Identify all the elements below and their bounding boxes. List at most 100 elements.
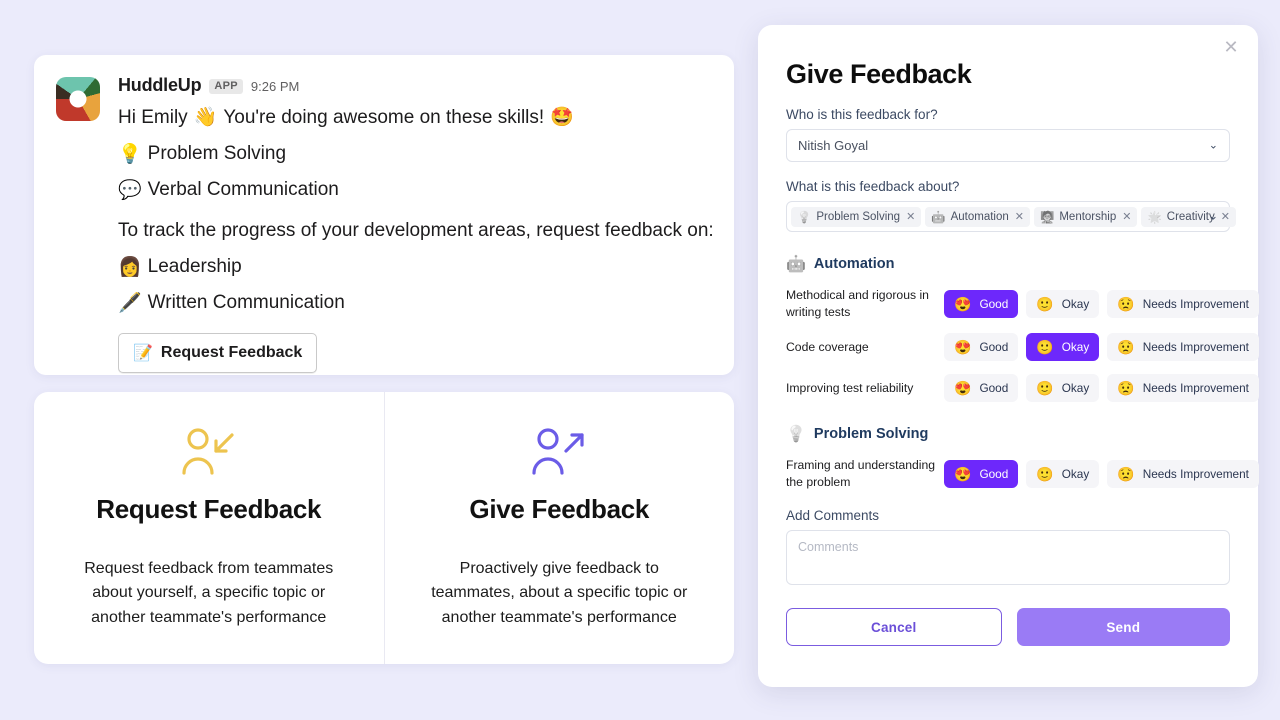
- rating-question-label: Framing and understanding the problem: [786, 458, 936, 489]
- rating-option-good[interactable]: 😍 Good: [944, 459, 1019, 488]
- rating-option-label: Needs Improvement: [1142, 340, 1249, 355]
- message-timestamp: 9:26 PM: [250, 79, 300, 94]
- rating-emoji-icon: 😟: [1117, 380, 1135, 397]
- rating-emoji-icon: 😍: [954, 339, 972, 356]
- woman-icon: 👩: [118, 256, 142, 278]
- huddleup-logo-avatar: [56, 77, 100, 121]
- rating-emoji-icon: 😟: [1117, 339, 1135, 356]
- topics-label: What is this feedback about?: [786, 179, 960, 194]
- rating-row: Improving test reliability 😍 Good 🙂 Okay 😟 Nee…: [786, 374, 1259, 403]
- remove-chip-icon[interactable]: ✕: [1122, 210, 1131, 223]
- section-icon: 🤖: [786, 256, 806, 273]
- rating-option-label: Needs Improvement: [1142, 296, 1249, 311]
- section-icon: 💡: [786, 426, 806, 444]
- skill-item: 💬 Verbal Communication: [118, 177, 714, 204]
- feedback-options-card: Request Feedback Request feedback from t…: [34, 392, 734, 664]
- slack-message-card: HuddleUp APP 9:26 PM Hi Emily 👋 You're d…: [34, 55, 734, 375]
- close-icon[interactable]: ✕: [1218, 34, 1244, 60]
- app-badge: APP: [209, 79, 243, 94]
- rating-option-good[interactable]: 😍 Good: [944, 374, 1019, 403]
- comments-input[interactable]: Comments: [786, 530, 1230, 586]
- rating-row: Code coverage 😍 Good 🙂 Okay 😟 Needs Improvemen…: [786, 333, 1259, 362]
- topic-chip-icon: 🤖: [931, 211, 946, 224]
- topic-chip[interactable]: 🧑‍🏫 Mentorship ✕: [1034, 206, 1138, 227]
- topic-chip-icon: 🌟: [1147, 211, 1162, 224]
- give-feedback-option[interactable]: Give Feedback Proactively give feedback …: [383, 392, 735, 664]
- rating-option-label: Okay: [1061, 296, 1090, 311]
- option-card-title: Request Feedback: [96, 494, 322, 524]
- greeting-suffix: You're doing awesome on these skills!: [223, 107, 545, 128]
- request-feedback-option[interactable]: Request Feedback Request feedback from t…: [34, 392, 384, 664]
- memo-icon: 📝: [133, 344, 153, 362]
- recipient-value: Nitish Goyal: [798, 138, 869, 153]
- rating-option-good[interactable]: 😍 Good: [944, 333, 1019, 362]
- rating-emoji-icon: 🙂: [1036, 295, 1054, 312]
- rating-option-label: Good: [979, 466, 1009, 481]
- rating-option-label: Good: [979, 381, 1009, 396]
- greeting-prefix: Hi Emily: [118, 107, 188, 128]
- rating-question-label: Methodical and rigorous in writing tests: [786, 288, 929, 319]
- rating-option-label: Okay: [1061, 466, 1090, 481]
- person-arrow-out-icon: [528, 422, 590, 480]
- remove-chip-icon[interactable]: ✕: [906, 210, 915, 223]
- request-feedback-button-label: Request Feedback: [160, 343, 303, 361]
- message-header: HuddleUp APP 9:26 PM: [118, 75, 714, 96]
- rating-option-good[interactable]: 😍 Good: [944, 289, 1019, 318]
- skill-label: Problem Solving: [147, 142, 287, 164]
- skill-label: Verbal Communication: [147, 178, 339, 200]
- rating-option-needs-improvement[interactable]: 😟 Needs Improvement: [1107, 374, 1259, 403]
- recipient-label: Who is this feedback for?: [786, 107, 938, 122]
- modal-actions: Cancel Send: [786, 608, 1230, 647]
- rating-emoji-icon: 🙂: [1036, 339, 1054, 356]
- topic-chip-label: Automation: [950, 210, 1009, 223]
- rating-emoji-icon: 😟: [1117, 465, 1135, 482]
- rating-option-okay[interactable]: 🙂 Okay: [1026, 289, 1100, 318]
- request-feedback-button[interactable]: 📝 Request Feedback: [118, 332, 318, 373]
- skill-item: 💡 Problem Solving: [118, 141, 714, 168]
- feedback-section-header: 💡 Problem Solving: [786, 424, 1230, 444]
- option-card-title: Give Feedback: [469, 494, 650, 524]
- rating-option-label: Needs Improvement: [1142, 381, 1249, 396]
- rating-row: Methodical and rigorous in writing tests…: [786, 287, 1259, 320]
- option-card-description: Request feedback from teammates about yo…: [84, 560, 334, 626]
- remove-chip-icon[interactable]: ✕: [1221, 210, 1230, 223]
- give-feedback-modal: ✕ Give Feedback Who is this feedback for…: [758, 25, 1259, 687]
- development-area-label: Leadership: [147, 255, 242, 277]
- rating-question-label: Improving test reliability: [786, 380, 914, 395]
- topic-chip-icon: 💡: [797, 211, 812, 224]
- track-progress-text: To track the progress of your developmen…: [118, 219, 714, 241]
- rating-options: 😍 Good 🙂 Okay 😟 Needs Improvement: [944, 333, 1259, 362]
- remove-chip-icon[interactable]: ✕: [1015, 210, 1024, 223]
- rating-option-needs-improvement[interactable]: 😟 Needs Improvement: [1107, 459, 1259, 488]
- star-struck-icon: 🤩: [550, 107, 574, 128]
- rating-option-label: Good: [979, 296, 1009, 311]
- rating-option-okay[interactable]: 🙂 Okay: [1026, 333, 1100, 362]
- rating-option-needs-improvement[interactable]: 😟 Needs Improvement: [1107, 289, 1259, 318]
- topic-chip-label: Problem Solving: [816, 210, 901, 223]
- rating-option-needs-improvement[interactable]: 😟 Needs Improvement: [1107, 333, 1259, 362]
- rating-option-okay[interactable]: 🙂 Okay: [1026, 374, 1100, 403]
- topic-chip[interactable]: 💡 Problem Solving ✕: [791, 206, 922, 227]
- development-area-item: 👩 Leadership: [118, 254, 714, 281]
- recipient-select[interactable]: Nitish Goyal ⌄: [786, 129, 1230, 162]
- topic-chip-icon: 🧑‍🏫: [1040, 211, 1055, 224]
- rating-emoji-icon: 🙂: [1036, 465, 1054, 482]
- rating-option-okay[interactable]: 🙂 Okay: [1026, 459, 1100, 488]
- cancel-button[interactable]: Cancel: [786, 608, 1002, 647]
- topics-multiselect[interactable]: 💡 Problem Solving ✕ 🤖 Automation ✕ 🧑‍🏫 Mentorsh…: [786, 201, 1236, 232]
- topic-chip[interactable]: 🌟 Creativity ✕: [1141, 206, 1236, 227]
- rating-emoji-icon: 🙂: [1036, 380, 1054, 397]
- send-button[interactable]: Send: [1016, 608, 1230, 647]
- topic-chip-label: Creativity: [1166, 210, 1215, 223]
- rating-emoji-icon: 😍: [954, 295, 972, 312]
- topic-chip[interactable]: 🤖 Automation ✕: [925, 206, 1031, 227]
- development-area-item: 🖋️ Written Communication: [118, 290, 714, 317]
- option-card-description: Proactively give feedback to teammates, …: [431, 560, 688, 626]
- rating-options: 😍 Good 🙂 Okay 😟 Needs Improvement: [944, 289, 1259, 318]
- rating-question-label: Code coverage: [786, 339, 869, 354]
- person-arrow-in-icon: [178, 422, 240, 480]
- section-title: Automation: [813, 256, 895, 272]
- rating-row: Framing and understanding the problem 😍 Go…: [786, 457, 1259, 490]
- comments-label: Add Comments: [786, 508, 880, 524]
- feedback-section-header: 🤖 Automation: [786, 254, 1230, 274]
